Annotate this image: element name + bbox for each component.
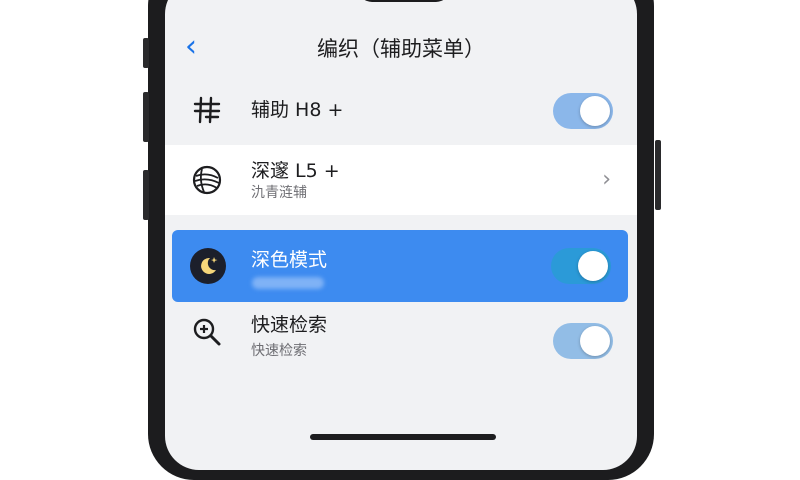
toggle-knob [580,326,610,356]
toggle-knob [578,251,608,281]
list-item-label: 快速检索 [251,314,328,336]
toggle-knob [580,96,610,126]
mute-button [143,170,149,220]
list-item-subtitle-placeholder [252,277,324,289]
list-item-subtitle: 快速检索 [251,343,307,359]
moon-icon [190,248,226,284]
zoom-in-icon [189,314,225,350]
assist-toggle[interactable] [553,93,613,129]
list-item-deep[interactable]: 深邃 L5 + 氿青涟辅 › [165,145,637,215]
page-title: 编织（辅助菜单） [317,37,485,61]
notch [358,0,450,2]
chevron-right-icon: › [602,167,611,192]
phone-screen: ‹ 编织（辅助菜单） 辅助 H8 + 深邃 L5 + 氿青涟辅 › 深色模式 快… [165,0,637,470]
power-button [655,140,661,210]
list-item-label: 深邃 L5 + [251,160,340,182]
nav-bar: ‹ 编织（辅助菜单） [165,20,637,76]
list-item-dark-mode[interactable]: 深色模式 [172,230,628,302]
yarn-ball-icon [189,162,225,198]
home-indicator[interactable] [310,434,496,440]
list-item-label: 深色模式 [251,249,328,271]
volume-up-button [143,38,149,68]
list-item-quick-search[interactable]: 快速检索 快速检索 [165,302,637,382]
dark-mode-toggle[interactable] [551,248,611,284]
volume-down-button [143,92,149,142]
list-item-label: 辅助 H8 + [251,99,344,121]
quick-search-toggle[interactable] [553,323,613,359]
list-item-assist[interactable]: 辅助 H8 + [165,75,637,145]
hash-icon [189,92,225,128]
list-item-subtitle: 氿青涟辅 [251,185,307,201]
